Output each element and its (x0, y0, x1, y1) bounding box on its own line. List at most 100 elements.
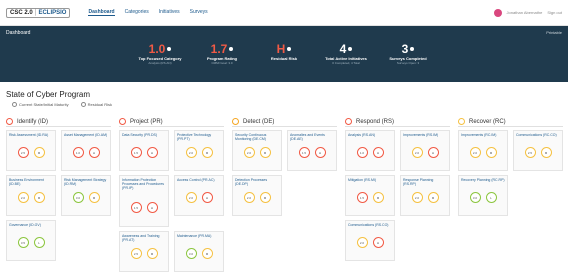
category-name: Protective Technology (PR.PT) (177, 133, 212, 141)
logo-text: CSC 2.0 (10, 9, 33, 16)
category-card[interactable]: Awareness and Training (PR.AT) 2.5 M (119, 231, 169, 272)
gauge-value: 1.5 (133, 150, 139, 155)
category-card[interactable]: Communications (RC.CO) 2.5 M (513, 130, 563, 171)
gauge-value: 3.0 (75, 195, 81, 200)
category-card[interactable]: Asset Management (ID.AM) 1.0 H (61, 130, 111, 171)
print-link[interactable]: Printable (546, 30, 562, 35)
gauge-value: 1.0 (359, 150, 365, 155)
stat-label: Residual Risk (270, 56, 298, 61)
category-card[interactable]: Business Environment (ID.BE) 2.0 M (6, 175, 56, 216)
category-card[interactable]: Risk Assessment (ID.RA) 2.5 M (6, 130, 56, 171)
column-header[interactable]: Identify (ID) (6, 117, 111, 127)
main-nav: Dashboard Categories Initiatives Surveys (88, 9, 208, 16)
risk-gauge: L (485, 192, 497, 203)
function-column: Respond (RS) Analysis (RS.AN) 1.0 H Improvem… (345, 117, 450, 272)
maturity-gauge: 2.5 (17, 147, 29, 158)
gauge-value: H (150, 150, 154, 155)
circle-icon (80, 102, 86, 107)
gauge-row: 2.5 M (9, 147, 53, 158)
stat-tile[interactable]: H Residual Risk (262, 43, 306, 65)
stat-tile[interactable]: 1.7 Program Rating CMMI Goal: 3.0 (200, 43, 244, 65)
half-circle-icon (12, 102, 17, 107)
risk-gauge: H (201, 192, 213, 203)
column-header[interactable]: Respond (RS) (345, 117, 450, 127)
gauge-value: 1.5 (133, 205, 139, 210)
category-card[interactable]: Protective Technology (PR.PT) 2.0 M (174, 130, 224, 171)
gauge-value: M (92, 195, 96, 200)
legend-label: Residual Risk (87, 102, 113, 107)
category-card[interactable]: Response Planning (RS.RP) 2.0 M (400, 175, 450, 216)
nav-tab-initiatives[interactable]: Initiatives (159, 9, 180, 16)
risk-gauge: M (259, 192, 271, 203)
stat-tile[interactable]: 1.0 Top Focused Category Analysis (RS.AN) (138, 43, 182, 65)
app-logo[interactable]: CSC 2.0 │ ECLIPSIO (6, 7, 71, 18)
gauge-value: 2.5 (527, 150, 533, 155)
risk-gauge: H (146, 147, 158, 158)
maturity-gauge: 2.0 (185, 192, 197, 203)
info-dot-icon (167, 47, 172, 51)
info-dot-icon (287, 47, 292, 51)
card-grid: Risk Assessment (ID.RA) 2.5 M Asset Managem… (6, 130, 111, 261)
category-card[interactable]: Access Control (PR.AC) 2.0 H (174, 175, 224, 216)
gauge-value: 2.0 (246, 150, 252, 155)
legend-item: Residual Risk (80, 102, 113, 107)
category-card[interactable]: Anomalies and Events (DE.AE) 1.5 H (287, 130, 337, 171)
category-card[interactable]: Detection Processes (DE.DP) 2.0 M (232, 175, 282, 216)
info-dot-icon (410, 47, 415, 51)
user-name[interactable]: Jonathan Abernathe (507, 10, 543, 15)
category-card[interactable]: Data Security (PR.DS) 1.5 H (119, 130, 169, 171)
top-bar: CSC 2.0 │ ECLIPSIO Dashboard Categories In… (0, 0, 568, 26)
category-card[interactable]: Improvements (RS.IM) 2.0 H (400, 130, 450, 171)
category-card[interactable]: Recovery Planning (RC.RP) 3.0 L (458, 175, 508, 216)
risk-gauge: M (146, 248, 158, 259)
stat-value: H (262, 43, 306, 55)
risk-gauge: M (201, 147, 213, 158)
column-title: Identify (ID) (17, 118, 49, 125)
category-card[interactable]: Mitigation (RS.MI) 1.5 M (345, 175, 395, 216)
category-card[interactable]: Analysis (RS.AN) 1.0 H (345, 130, 395, 171)
stat-number: 4 (339, 42, 347, 56)
gauge-row: 1.5 H (122, 202, 166, 213)
category-card[interactable]: Security Continuous Monitoring (DE.CM) 2.… (232, 130, 282, 171)
user-area: Jonathan Abernathe Sign out (493, 8, 562, 17)
maturity-gauge: 3.0 (185, 248, 197, 259)
category-card[interactable]: Governance (ID.GV) 3.5 L (6, 220, 56, 261)
avatar[interactable] (493, 8, 502, 17)
stat-value: 1.7 (200, 43, 244, 55)
gauge-value: 1.5 (301, 150, 307, 155)
nav-tab-categories[interactable]: Categories (125, 9, 149, 16)
risk-gauge: M (201, 248, 213, 259)
category-name: Asset Management (ID.AM) (64, 133, 108, 137)
card-grid: Data Security (PR.DS) 1.5 H Protective Tech… (119, 130, 224, 272)
signout-link[interactable]: Sign out (547, 10, 562, 15)
gauge-value: L (490, 195, 492, 200)
stat-number: 1.0 (148, 42, 166, 56)
category-card[interactable]: Improvements (RC.IM) 2.0 M (458, 130, 508, 171)
column-header[interactable]: Project (PR) (119, 117, 224, 127)
function-column: Detect (DE) Security Continuous Monitorin… (232, 117, 337, 272)
column-title: Recover (RC) (469, 118, 506, 125)
stat-tile[interactable]: 3 Surveys Completed Surveys Open: 3 (386, 43, 430, 65)
risk-gauge: H (88, 147, 100, 158)
gauge-value: 1.5 (359, 195, 365, 200)
maturity-gauge: 2.0 (469, 147, 481, 158)
category-name: Data Security (PR.DS) (122, 133, 158, 137)
column-header[interactable]: Recover (RC) (458, 117, 563, 127)
gauge-value: M (37, 150, 41, 155)
gauge-row: 2.5 M (122, 248, 166, 259)
category-card[interactable]: Risk Management Strategy (ID.RM) 3.0 M (61, 175, 111, 216)
column-header[interactable]: Detect (DE) (232, 117, 337, 127)
category-card[interactable]: Communications (RS.CO) 2.0 H (345, 220, 395, 261)
stat-tile[interactable]: 4 Total Active Initiatives 0 Completed, 4 … (324, 43, 368, 65)
nav-tab-surveys[interactable]: Surveys (190, 9, 208, 16)
risk-gauge: M (540, 147, 552, 158)
risk-gauge: M (427, 192, 439, 203)
gauge-value: 2.0 (359, 240, 365, 245)
card-grid: Security Continuous Monitoring (DE.CM) 2.… (232, 130, 337, 216)
category-card[interactable]: Information Protection Processes and Pro… (119, 175, 169, 227)
category-card[interactable]: Maintenance (PR.MA) 3.0 M (174, 231, 224, 272)
category-name: Improvements (RS.IM) (403, 133, 439, 137)
gauge-value: H (376, 150, 380, 155)
stat-sub: Analysis (RS.AN) (148, 61, 172, 65)
nav-tab-dashboard[interactable]: Dashboard (88, 9, 115, 16)
